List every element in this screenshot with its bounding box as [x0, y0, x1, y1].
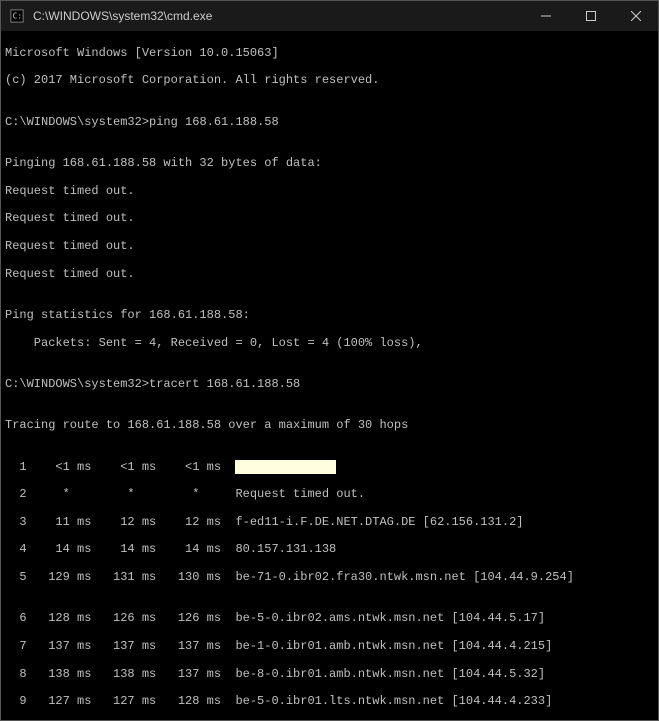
titlebar[interactable]: C: C:\WINDOWS\system32\cmd.exe [1, 1, 658, 31]
ping-header: Pinging 168.61.188.58 with 32 bytes of d… [5, 157, 654, 171]
window-controls [523, 1, 658, 31]
close-button[interactable] [613, 1, 658, 31]
cmd-window: C: C:\WINDOWS\system32\cmd.exe Microsoft… [0, 0, 659, 721]
minimize-button[interactable] [523, 1, 568, 31]
window-title: C:\WINDOWS\system32\cmd.exe [33, 9, 523, 23]
terminal-output[interactable]: Microsoft Windows [Version 10.0.15063] (… [1, 31, 658, 720]
cmd-icon: C: [9, 8, 25, 24]
tracert-hop: 7 137 ms 137 ms 137 ms be-1-0.ibr01.amb.… [5, 640, 654, 654]
ping-stats-header: Ping statistics for 168.61.188.58: [5, 309, 654, 323]
ping-result: Request timed out. [5, 185, 654, 199]
tracert-hop: 2 * * * Request timed out. [5, 488, 654, 502]
ping-result: Request timed out. [5, 212, 654, 226]
tracert-hop: 9 127 ms 127 ms 128 ms be-5-0.ibr01.lts.… [5, 695, 654, 709]
ping-result: Request timed out. [5, 240, 654, 254]
copyright-line: (c) 2017 Microsoft Corporation. All righ… [5, 74, 654, 88]
tracert-hop: 4 14 ms 14 ms 14 ms 80.157.131.138 [5, 543, 654, 557]
tracert-header: Tracing route to 168.61.188.58 over a ma… [5, 419, 654, 433]
tracert-hop: 3 11 ms 12 ms 12 ms f-ed11-i.F.DE.NET.DT… [5, 516, 654, 530]
ping-command: ping 168.61.188.58 [149, 115, 279, 129]
prompt: C:\WINDOWS\system32> [5, 115, 149, 129]
tracert-hop: 5 129 ms 131 ms 130 ms be-71-0.ibr02.fra… [5, 571, 654, 585]
tracert-hop: 1 <1 ms <1 ms <1 ms [5, 461, 654, 475]
tracert-hop: 6 128 ms 126 ms 126 ms be-5-0.ibr02.ams.… [5, 612, 654, 626]
tracert-command: tracert 168.61.188.58 [149, 377, 300, 391]
svg-text:C:: C: [13, 12, 22, 21]
maximize-button[interactable] [568, 1, 613, 31]
prompt: C:\WINDOWS\system32> [5, 377, 149, 391]
version-line: Microsoft Windows [Version 10.0.15063] [5, 47, 654, 61]
ping-stats-packets: Packets: Sent = 4, Received = 0, Lost = … [5, 337, 654, 351]
text-selection[interactable] [235, 460, 336, 474]
ping-result: Request timed out. [5, 268, 654, 282]
tracert-hop: 8 138 ms 138 ms 137 ms be-8-0.ibr01.amb.… [5, 668, 654, 682]
